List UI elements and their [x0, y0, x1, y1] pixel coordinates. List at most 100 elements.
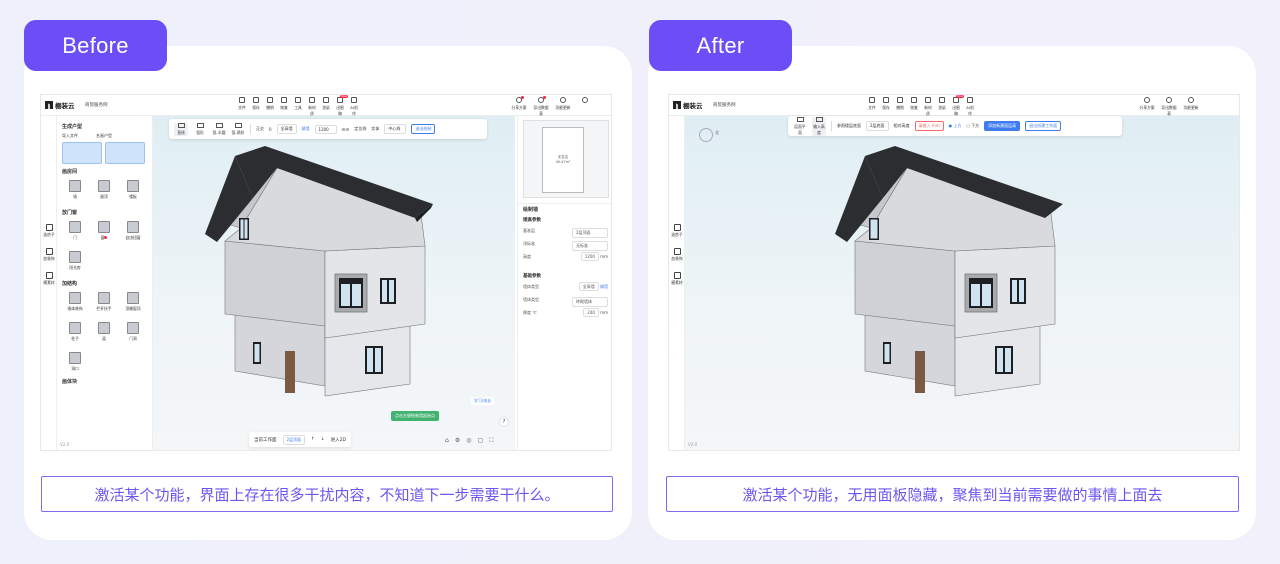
tool-arc-two-step[interactable]: 弧-两阶	[231, 122, 245, 136]
ref-floor-select[interactable]: 2层底面	[866, 121, 889, 131]
tool-button[interactable]: 文件	[237, 97, 247, 117]
strip-item-material[interactable]: 模素材	[42, 272, 56, 286]
import-file-card[interactable]	[62, 142, 102, 164]
3d-viewport[interactable]	[153, 116, 515, 450]
component-thumbnail	[127, 180, 139, 192]
tool-button[interactable]: 渲染	[937, 97, 947, 117]
strip-label: 模素材	[671, 280, 683, 285]
right-tool-button[interactable]	[577, 97, 593, 117]
import-file-link[interactable]: 导入文件	[62, 133, 78, 139]
tool-button[interactable]: 恢复	[279, 97, 289, 117]
unit-label: mm	[600, 310, 608, 315]
compass-icon[interactable]	[699, 128, 713, 142]
tool-button[interactable]: 撤销	[265, 97, 275, 117]
low-wall-option[interactable]: 矮墙	[302, 126, 310, 132]
right-tool-button[interactable]: 导出数据表	[1161, 97, 1177, 117]
component-item[interactable]: 楼板	[120, 178, 146, 205]
settings-icon[interactable]: ⚙	[455, 437, 460, 445]
exit-work-plane-button[interactable]: 退出创建工作面	[1025, 121, 1062, 131]
component-item[interactable]: 自由扭窗	[120, 219, 146, 246]
component-item[interactable]: 门洞	[120, 320, 146, 347]
camera-icon[interactable]: ⌂	[445, 437, 449, 445]
tool-label: 弧形	[196, 129, 204, 135]
low-wall-option[interactable]: 矮墙	[600, 284, 608, 289]
tool-input-height[interactable]: 输入高度	[812, 116, 826, 136]
app-logo[interactable]: 棚装云	[673, 100, 703, 110]
project-name[interactable]: 商贸服务例	[713, 102, 736, 108]
tool-button[interactable]: AI创作	[349, 97, 359, 117]
tool-arc-semicircle[interactable]: 弧-半圆	[212, 122, 226, 136]
thickness-input[interactable]: 240	[583, 308, 599, 317]
right-tool-button[interactable]: 功能更新	[1183, 97, 1199, 117]
famous-layout-link[interactable]: 名画户型	[96, 133, 112, 139]
tool-button[interactable]: 保存	[881, 97, 891, 117]
component-item[interactable]: 窗	[91, 219, 117, 246]
right-tool-button[interactable]: 分享方案	[1139, 97, 1155, 117]
right-tool-button[interactable]: 功能更新	[555, 97, 571, 117]
tool-button[interactable]: 新材质	[307, 97, 317, 117]
house-model[interactable]	[835, 146, 1065, 406]
tool-button[interactable]: 保存	[251, 97, 261, 117]
learn-link[interactable]: 学习/成长	[471, 397, 495, 405]
full-wall-option[interactable]: 全高墙	[578, 282, 599, 291]
layout-card[interactable]	[105, 142, 145, 164]
project-name[interactable]: 商贸服务例	[85, 102, 108, 108]
strip-item-rooms[interactable]: 选房子	[42, 224, 56, 238]
base-floor-select[interactable]: 2层顶面	[572, 228, 608, 238]
top-standard-select[interactable]: 无标准	[572, 241, 608, 251]
fullscreen-icon[interactable]: ⛶	[489, 437, 493, 445]
strip-item-decor[interactable]: 加装饰	[670, 248, 684, 262]
strip-item-material[interactable]: 模素材	[670, 272, 684, 286]
tool-button[interactable]: 恢复	[909, 97, 919, 117]
app-logo[interactable]: 棚装云	[45, 100, 75, 110]
component-item[interactable]: 顶棚窗顶	[120, 290, 146, 317]
add-work-plane-button[interactable]: 添加新建面层高	[984, 121, 1021, 131]
component-item[interactable]: 阳光房	[62, 249, 88, 276]
component-item[interactable]: 梁	[91, 320, 117, 347]
arrow-up-icon[interactable]: ↑	[311, 437, 315, 442]
component-item[interactable]: 栏杆扶手	[91, 290, 117, 317]
tool-label: 新材质	[924, 105, 932, 116]
component-item[interactable]: 洞口	[62, 350, 88, 377]
component-item[interactable]: 墙	[62, 178, 88, 205]
strip-item-decor[interactable]: 加装饰	[42, 248, 56, 262]
right-tool-button[interactable]: 导出数据表	[533, 96, 549, 117]
enter-2d-button[interactable]: 进入2D	[331, 437, 346, 443]
layer-icon[interactable]: ▢	[477, 437, 483, 445]
tool-button[interactable]: AI创作	[965, 97, 975, 117]
height-input[interactable]: 1200	[580, 252, 599, 261]
component-item[interactable]: 屋顶	[91, 178, 117, 205]
below-radio[interactable]: ○ 下方	[966, 123, 979, 129]
right-tool-button[interactable]: 分享方案	[511, 96, 527, 117]
arrow-down-icon[interactable]: ↓	[321, 437, 325, 442]
tool-button[interactable]: 新材质	[923, 97, 933, 117]
component-item[interactable]: 门	[62, 219, 88, 246]
tool-line[interactable]: 直线	[174, 122, 188, 136]
relative-height-input[interactable]: 请输入 mm	[914, 121, 944, 131]
component-item[interactable]: 墙体装饰	[62, 290, 88, 317]
full-height-wall-option[interactable]: 全高墙	[276, 124, 297, 134]
tool-button[interactable]: 出图稿 New	[335, 95, 348, 117]
component-item[interactable]: 柱子	[62, 320, 88, 347]
3d-viewport[interactable]: 北 V2.0	[685, 116, 1239, 450]
tool-button[interactable]: 渲染	[321, 97, 331, 117]
height-input[interactable]: 1200	[314, 124, 337, 134]
strip-item-rooms[interactable]: 选房子	[670, 224, 684, 238]
ortho-label[interactable]: 正交	[256, 126, 264, 132]
view-icon[interactable]: ◎	[466, 437, 471, 445]
tool-button[interactable]: 工具	[293, 97, 303, 117]
wall-type-select[interactable]: 砖砌墙体	[572, 297, 608, 307]
current-work-plane-label[interactable]: 当前工作面	[254, 437, 277, 443]
position-select[interactable]: 中心线	[384, 124, 407, 134]
help-icon[interactable]: ?	[500, 418, 508, 426]
floor-select[interactable]: 2层顶面	[282, 434, 306, 445]
exit-draw-button[interactable]: 退出绘制	[411, 124, 436, 134]
tool-button[interactable]: 出图稿 New	[951, 95, 964, 117]
minimap[interactable]: 无名名 40.47m²	[523, 120, 609, 198]
tool-rect[interactable]: 弧形	[193, 122, 207, 136]
above-radio[interactable]: ● 上方	[949, 123, 962, 129]
house-model[interactable]	[205, 146, 435, 406]
tool-button[interactable]: 撤销	[895, 97, 905, 117]
tool-plane[interactable]: 层面平面	[793, 116, 807, 136]
tool-button[interactable]: 文件	[867, 97, 877, 117]
